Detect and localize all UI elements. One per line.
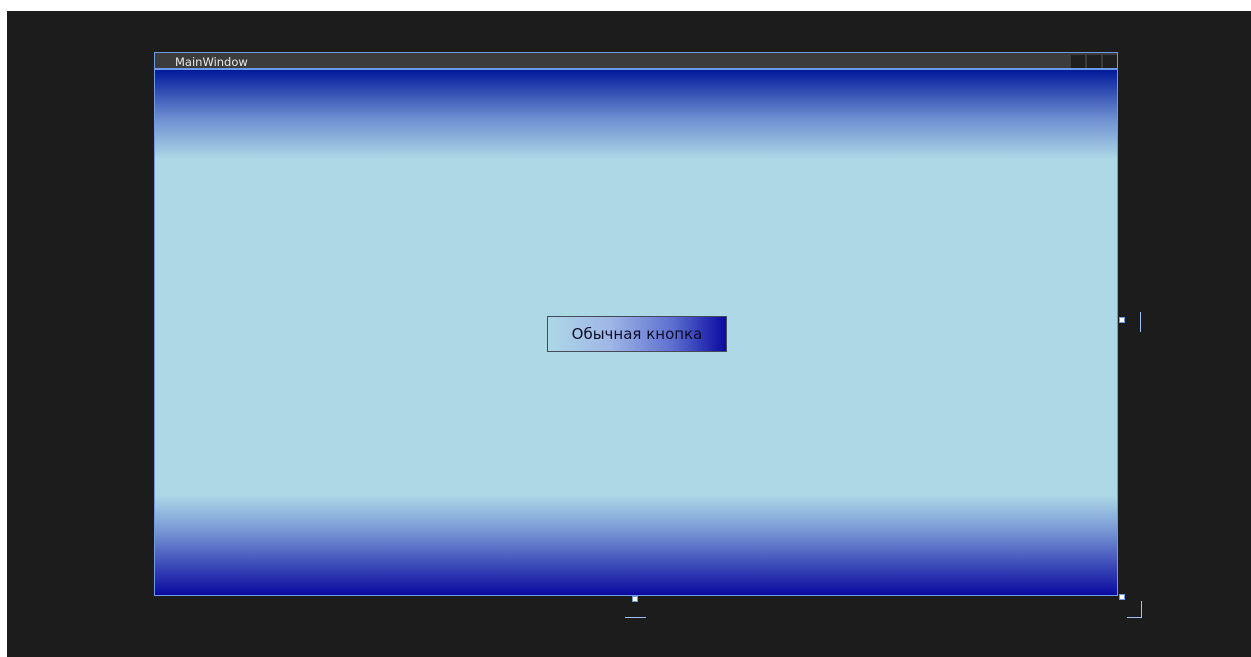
close-icon[interactable] (1103, 55, 1117, 68)
guide-line-corner-vertical (1141, 601, 1142, 618)
guide-line-bottom (625, 617, 646, 618)
window-client-area: Обычная кнопка (155, 70, 1117, 595)
window-caption-buttons (1071, 55, 1117, 68)
maximize-icon[interactable] (1087, 55, 1101, 68)
guide-line-corner-horizontal (1127, 617, 1142, 618)
regular-button[interactable]: Обычная кнопка (547, 316, 727, 352)
resize-handle-bottom[interactable] (632, 596, 638, 602)
guide-line-right (1140, 312, 1141, 332)
minimize-icon[interactable] (1071, 55, 1085, 68)
resize-handle-right[interactable] (1119, 317, 1125, 323)
window-titlebar[interactable]: MainWindow (155, 53, 1117, 70)
main-window[interactable]: MainWindow Обычная кнопка (154, 52, 1118, 596)
window-title: MainWindow (175, 55, 248, 69)
resize-handle-corner[interactable] (1119, 594, 1125, 600)
